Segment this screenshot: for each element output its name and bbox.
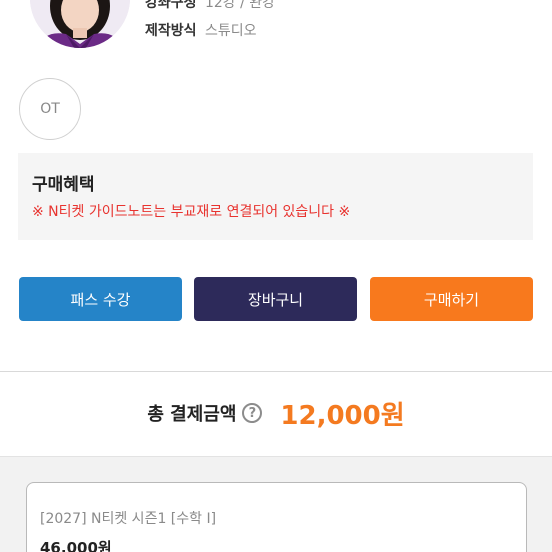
purchase-benefit-box: 구매혜택 ※ N티켓 가이드노트는 부교재로 연결되어 있습니다 ※ <box>18 153 533 240</box>
benefit-note: ※ N티켓 가이드노트는 부교재로 연결되어 있습니다 ※ <box>32 204 351 220</box>
lecture-purchase-page: 강좌구성 12강 / 완강 제작방식 스튜디오 OT 구매혜택 ※ N티켓 가이… <box>0 0 552 552</box>
production-method-value: 스튜디오 <box>204 23 257 39</box>
total-payment-amount: 12,000원 <box>280 400 405 431</box>
pass-enroll-button[interactable]: 패스 수강 <box>19 277 182 321</box>
production-method-row: 제작방식 스튜디오 <box>145 20 257 40</box>
lecture-count-value: 12강 / 완강 <box>204 0 276 11</box>
lecture-count-row: 강좌구성 12강 / 완강 <box>145 0 275 12</box>
total-payment-label: 총 결제금액 <box>147 404 237 425</box>
instructor-photo <box>30 0 130 48</box>
help-icon[interactable]: ? <box>242 403 263 423</box>
section-divider <box>0 371 552 372</box>
item-price: 46,000원 <box>40 539 112 552</box>
cart-button[interactable]: 장바구니 <box>194 277 357 321</box>
buy-button[interactable]: 구매하기 <box>370 277 533 321</box>
instructor-avatar <box>30 0 130 48</box>
production-method-label: 제작방식 <box>145 23 197 39</box>
total-payment-row: 총 결제금액 ? 12,000원 <box>0 393 552 433</box>
benefit-title: 구매혜택 <box>32 175 95 195</box>
selected-item-card[interactable]: [2027] N티켓 시즌1 [수학 Ⅰ] 46,000원 <box>26 482 527 552</box>
item-title: [2027] N티켓 시즌1 [수학 Ⅰ] <box>40 511 217 527</box>
lecture-count-label: 강좌구성 <box>145 0 197 11</box>
ot-button[interactable]: OT <box>19 78 81 140</box>
